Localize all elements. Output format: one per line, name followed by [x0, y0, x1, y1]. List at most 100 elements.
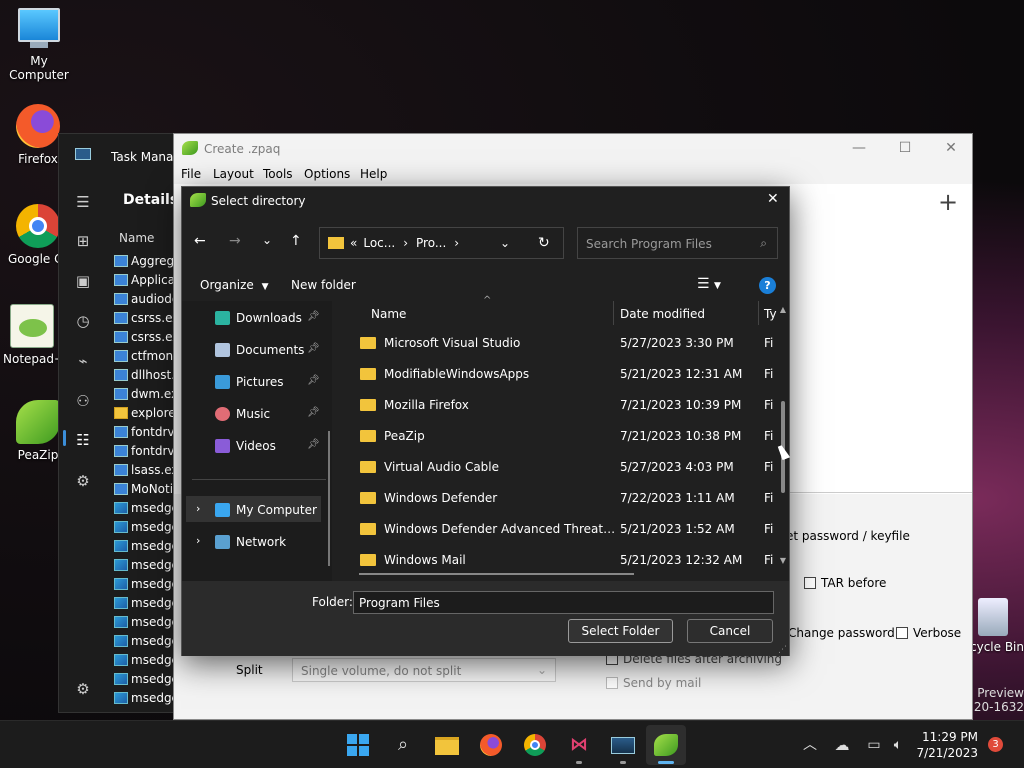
processes-icon[interactable]: ⊞	[73, 231, 93, 251]
nav-item-network[interactable]: Network	[215, 532, 286, 552]
process-row[interactable]: msedge	[114, 536, 179, 555]
cancel-button[interactable]: Cancel	[687, 619, 773, 643]
send-by-mail-checkbox[interactable]: Send by mail	[606, 676, 701, 690]
checkbox-box[interactable]	[896, 627, 908, 639]
nav-scrollbar[interactable]	[328, 431, 330, 566]
app-history-icon[interactable]: ◷	[73, 311, 93, 331]
firefox-icon[interactable]	[477, 731, 505, 759]
process-row[interactable]: msedge	[114, 631, 179, 650]
address-dropdown-icon[interactable]: ⌄	[500, 236, 510, 250]
process-row[interactable]: msedge	[114, 593, 179, 612]
scroll-up-arrow-icon[interactable]: ▲	[778, 305, 788, 314]
file-row[interactable]: ModifiableWindowsApps 5/21/2023 12:31 AM F…	[342, 358, 782, 389]
nav-item-downloads[interactable]: Downloads	[215, 308, 302, 328]
process-row[interactable]: MoNoti	[114, 479, 173, 498]
search-input[interactable]: Search Program Files ⌕	[577, 227, 778, 259]
folder-input[interactable]: Program Files	[353, 591, 774, 614]
chrome-icon[interactable]	[521, 731, 549, 759]
process-row[interactable]: ctfmon.	[114, 346, 177, 365]
process-row[interactable]: msedge	[114, 498, 179, 517]
set-password-link[interactable]: et password / keyfile	[786, 529, 910, 543]
change-password-button[interactable]: Change password	[788, 626, 895, 640]
process-row[interactable]: msedge	[114, 650, 179, 669]
menu-help[interactable]: Help	[360, 167, 387, 181]
file-row[interactable]: Windows Defender Advanced Threat Prot...…	[342, 513, 782, 544]
file-row[interactable]: PeaZip 7/21/2023 10:38 PM Fi	[342, 420, 782, 451]
minimize-button[interactable]: —	[844, 138, 874, 158]
services-icon[interactable]: ⚙	[73, 471, 93, 491]
column-header-name[interactable]: Name	[119, 231, 154, 245]
process-row[interactable]: msedge	[114, 517, 179, 536]
process-row[interactable]: msedge	[114, 669, 179, 688]
process-row[interactable]: msedge	[114, 555, 179, 574]
add-icon[interactable]: +	[938, 188, 958, 216]
file-row[interactable]: Mozilla Firefox 7/21/2023 10:39 PM Fi	[342, 389, 782, 420]
nav-item-my-computer[interactable]: My Computer	[215, 500, 317, 520]
maximize-button[interactable]: ☐	[890, 138, 920, 158]
process-row[interactable]: dwm.ex	[114, 384, 178, 403]
nav-item-pictures[interactable]: Pictures	[215, 372, 284, 392]
close-button[interactable]: ✕	[936, 138, 966, 158]
show-hidden-icons-chevron-icon[interactable]: ︿	[796, 731, 824, 759]
process-row[interactable]: msedge	[114, 574, 179, 593]
file-row[interactable]: Windows Defender 7/22/2023 1:11 AM Fi	[342, 482, 782, 513]
split-select[interactable]: Single volume, do not split ⌄	[292, 658, 556, 682]
tar-before-checkbox[interactable]: TAR before	[804, 576, 886, 590]
column-header-type[interactable]: Ty	[764, 307, 777, 321]
peazip-icon[interactable]	[652, 731, 680, 759]
users-icon[interactable]: ⚇	[73, 391, 93, 411]
nav-item-music[interactable]: Music	[215, 404, 270, 424]
forward-arrow-icon[interactable]: →	[229, 233, 241, 249]
view-options-icon[interactable]: ☰ ▼	[697, 276, 721, 292]
menu-layout[interactable]: Layout	[213, 167, 254, 181]
process-row[interactable]: Aggrega	[114, 251, 181, 270]
menu-file[interactable]: File	[181, 167, 201, 181]
organize-button[interactable]: Organize ▼	[200, 278, 269, 292]
clock[interactable]: 11:29 PM 7/21/2023	[912, 729, 978, 761]
startup-apps-icon[interactable]: ⌁	[73, 351, 93, 371]
file-row[interactable]: Windows Mail 5/21/2023 12:32 AM Fi	[342, 544, 782, 575]
close-icon[interactable]: ✕	[767, 191, 779, 207]
address-bar[interactable]: « Loc... › Pro... › ⌄ ↻	[319, 227, 564, 259]
refresh-icon[interactable]: ↻	[538, 235, 550, 251]
address-segment-program-files[interactable]: Pro...	[416, 236, 446, 250]
process-row[interactable]: msedge	[114, 612, 179, 631]
start-windows-icon[interactable]	[344, 731, 372, 759]
nav-expand-my-computer[interactable]: ›	[196, 502, 200, 515]
settings-icon[interactable]: ⚙	[73, 679, 93, 699]
help-icon[interactable]: ?	[759, 277, 776, 294]
new-folder-button[interactable]: New folder	[291, 278, 356, 292]
nav-item-documents[interactable]: Documents	[215, 340, 304, 360]
verbose-checkbox[interactable]: Verbose	[896, 626, 961, 640]
task-manager-icon[interactable]	[609, 731, 637, 759]
search-icon[interactable]: ⌕	[389, 731, 417, 759]
performance-icon[interactable]: ▣	[73, 271, 93, 291]
resize-grip-icon[interactable]: ⋰	[778, 645, 787, 655]
process-row[interactable]: audiodg	[114, 289, 180, 308]
column-header-name[interactable]: Name	[371, 307, 406, 321]
column-header-date[interactable]: Date modified	[620, 307, 705, 321]
checkbox-box[interactable]	[606, 677, 618, 689]
recent-locations-chevron-icon[interactable]: ⌄	[262, 233, 272, 247]
address-segment-local[interactable]: Loc...	[363, 236, 395, 250]
process-row[interactable]: fontdrvh	[114, 441, 182, 460]
menu-tools[interactable]: Tools	[263, 167, 293, 181]
notification-badge[interactable]: 3	[988, 737, 1003, 752]
desktop-icon-my-computer[interactable]: My Computer	[1, 8, 77, 82]
process-row[interactable]: explorer	[114, 403, 181, 422]
select-directory-dialog[interactable]: Select directory ✕ ← → ⌄ ↑ « Loc... › Pr…	[181, 186, 790, 656]
process-row[interactable]: Applicat	[114, 270, 180, 289]
file-row[interactable]: Microsoft Visual Studio 5/27/2023 3:30 PM…	[342, 327, 782, 358]
notepad-plus-plus-icon[interactable]: ⋈	[565, 731, 593, 759]
file-row[interactable]: Virtual Audio Cable 5/27/2023 4:03 PM Fi	[342, 451, 782, 482]
hamburger-menu-icon[interactable]: ☰	[73, 192, 93, 212]
process-row[interactable]: msedge	[114, 688, 179, 707]
process-row[interactable]: fontdrvh	[114, 422, 182, 441]
address-overflow[interactable]: «	[350, 236, 357, 250]
up-arrow-icon[interactable]: ↑	[290, 233, 302, 249]
back-arrow-icon[interactable]: ←	[194, 233, 206, 249]
nav-item-videos[interactable]: Videos	[215, 436, 276, 456]
nav-expand-network[interactable]: ›	[196, 534, 200, 547]
file-explorer-icon[interactable]	[433, 731, 461, 759]
details-icon[interactable]: ☷	[73, 430, 93, 450]
